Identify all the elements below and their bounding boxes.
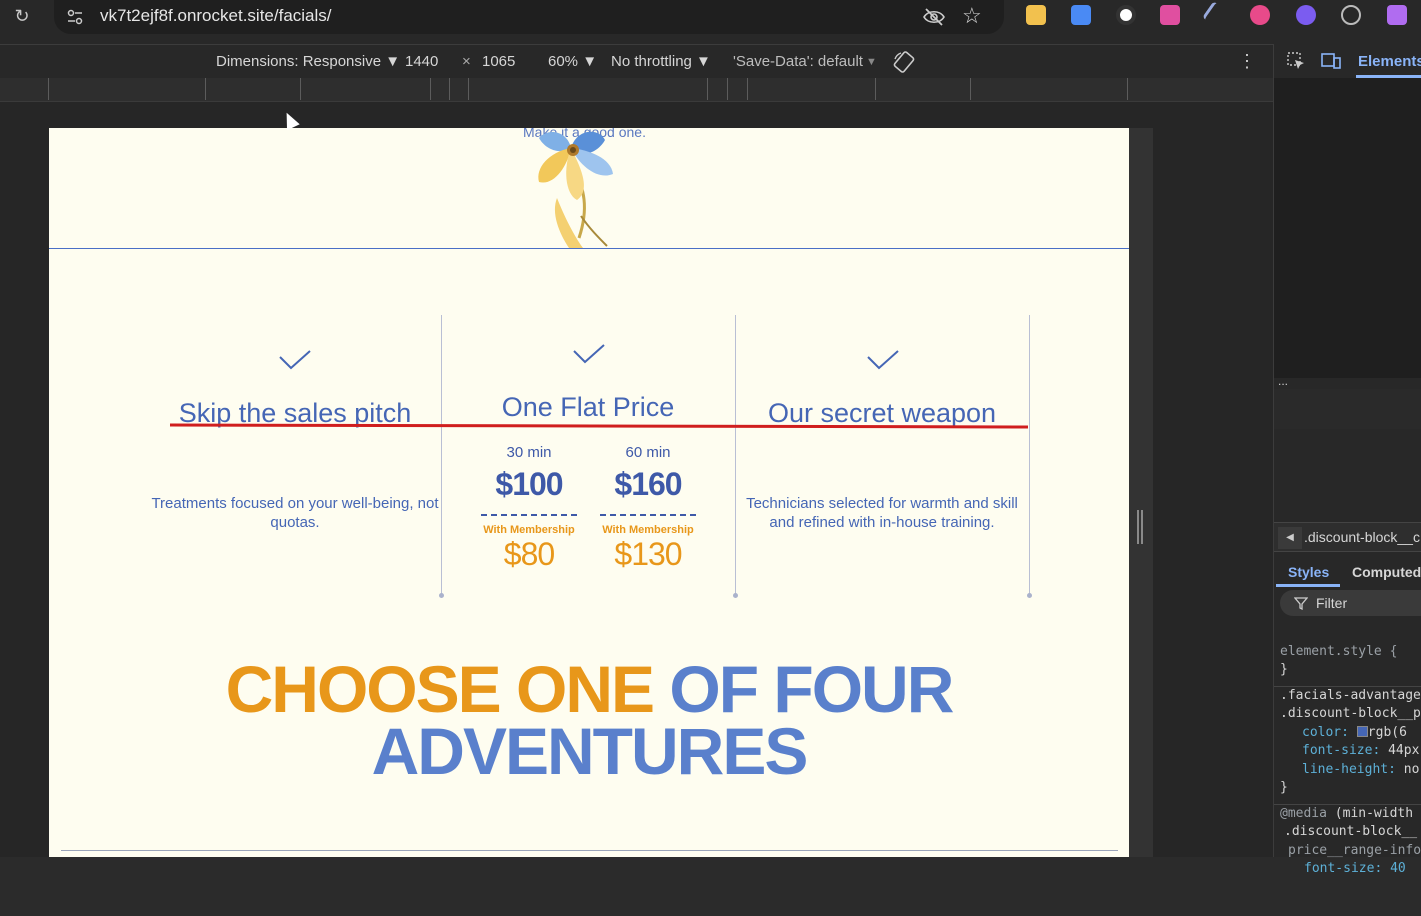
price-dash-divider [481, 514, 577, 516]
membership-price-60: $130 [614, 536, 682, 572]
breadcrumb-left-arrow-icon[interactable]: ◀ [1278, 527, 1302, 549]
css-value[interactable]: 44px [1388, 743, 1419, 758]
extension-record-icon[interactable] [1116, 5, 1136, 25]
width-input[interactable]: 1440 [405, 53, 438, 70]
column-divider [733, 315, 738, 598]
media-keyword: @media [1280, 805, 1327, 821]
checkmark-icon [279, 350, 311, 370]
section-divider [49, 248, 1129, 249]
css-property[interactable]: font-size: 40 [1274, 860, 1421, 879]
save-data-select[interactable]: 'Save-Data': default [733, 53, 863, 70]
extension-camera-icon[interactable] [1387, 5, 1407, 25]
elements-tree [1274, 78, 1421, 378]
media-condition: (min-width [1334, 805, 1414, 821]
adventures-headline: CHOOSE ONE OF FOUR ADVENTURES [49, 656, 1129, 788]
tab-styles[interactable]: Styles [1288, 564, 1329, 580]
color-swatch[interactable] [1356, 725, 1368, 737]
headline-blue-2: ADVENTURES [371, 714, 809, 788]
compass-icon[interactable] [1341, 5, 1361, 25]
advantage-text-secret-weapon: Technicians selected for warmth and skil… [746, 495, 1018, 531]
extension-docs-icon[interactable] [1071, 5, 1091, 25]
viewport-resize-handle[interactable] [1137, 510, 1143, 544]
checkmark-icon [573, 344, 605, 364]
save-data-arrow: ▼ [866, 56, 877, 68]
breadcrumb-item[interactable]: .discount-block__c [1304, 529, 1420, 545]
price-dash-divider [600, 514, 696, 516]
column-divider [439, 315, 444, 598]
inspect-element-icon[interactable] [1286, 51, 1306, 71]
more-options-icon[interactable]: ⋮ [1238, 51, 1256, 72]
media-query-ruler [0, 78, 1273, 102]
extension-video-icon[interactable] [1250, 5, 1270, 25]
css-property[interactable]: font-size: [1302, 743, 1380, 758]
flower-illustration [538, 131, 613, 248]
zoom-select[interactable]: 60% ▼ [548, 53, 597, 70]
css-selector[interactable]: .discount-block__ [1274, 823, 1421, 842]
advantage-title-flat-price: One Flat Price [501, 392, 675, 422]
bookmark-star-icon[interactable]: ☆ [962, 3, 982, 29]
address-bar[interactable]: vk7t2ejf8f.onrocket.site/facials/ ☆ [54, 0, 1004, 34]
extension-notes-icon[interactable] [1026, 5, 1046, 25]
ellipsis-icon[interactable]: ... [1278, 374, 1288, 388]
browser-toolbar: ↻ vk7t2ejf8f.onrocket.site/facials/ ☆ [0, 0, 1421, 44]
eye-off-icon[interactable] [922, 5, 946, 29]
extension-purple-icon[interactable] [1296, 5, 1316, 25]
membership-price-30: $80 [503, 536, 555, 572]
red-annotation-line [170, 423, 1028, 429]
membership-label-30: With Membership [483, 524, 575, 536]
device-toolbar: Dimensions: Responsive ▼ 1440 × 1065 60%… [0, 44, 1273, 78]
url-text[interactable]: vk7t2ejf8f.onrocket.site/facials/ [100, 6, 332, 26]
css-value[interactable]: no [1404, 762, 1420, 777]
price-duration-30: 30 min [506, 444, 552, 461]
advantage-text-sales-pitch: Treatments focused on your well-being, n… [151, 495, 439, 531]
times-label: × [462, 53, 471, 70]
css-selector[interactable]: .facials-advantage [1274, 685, 1421, 706]
extension-gradient-icon[interactable] [1160, 5, 1180, 25]
height-input[interactable]: 1065 [482, 53, 515, 70]
css-selector[interactable]: price__range-info [1274, 842, 1421, 861]
price-duration-60: 60 min [625, 444, 671, 461]
checkmark-icon [867, 350, 899, 370]
css-value[interactable]: rgb(6 [1368, 725, 1407, 740]
site-settings-icon[interactable] [66, 8, 84, 26]
rotate-icon[interactable] [892, 50, 916, 74]
column-divider [1027, 315, 1032, 598]
bottom-divider [61, 850, 1118, 851]
tab-computed[interactable]: Computed [1352, 564, 1421, 580]
price-60: $160 [614, 466, 682, 502]
price-30: $100 [495, 466, 563, 502]
membership-label-60: With Membership [602, 524, 694, 536]
styles-filter-input[interactable]: Filter [1280, 590, 1421, 616]
eyedropper-icon[interactable] [1202, 1, 1230, 29]
css-property[interactable]: color: [1302, 725, 1349, 740]
element-style-rule[interactable]: element.style { [1274, 643, 1421, 662]
dimensions-select[interactable]: Dimensions: Responsive ▼ [216, 53, 400, 70]
filter-placeholder: Filter [1316, 595, 1348, 611]
device-toggle-icon[interactable] [1320, 51, 1342, 71]
tab-elements[interactable]: Elements [1358, 53, 1421, 70]
throttling-select[interactable]: No throttling ▼ [611, 53, 711, 70]
styles-pane: element.style {} .facials-advantage .disco… [1274, 624, 1421, 916]
css-property[interactable]: line-height: [1302, 762, 1396, 777]
emulated-page: Make it a good one. Skip the sales pitch… [49, 128, 1129, 857]
filter-icon [1294, 597, 1308, 610]
devtools-panel: Elements ... ◀ .discount-block__c Styles… [1273, 44, 1421, 876]
css-selector[interactable]: .discount-block__p [1274, 705, 1421, 724]
reload-icon[interactable]: ↻ [11, 5, 33, 27]
breadcrumb: ◀ .discount-block__c [1274, 522, 1421, 552]
